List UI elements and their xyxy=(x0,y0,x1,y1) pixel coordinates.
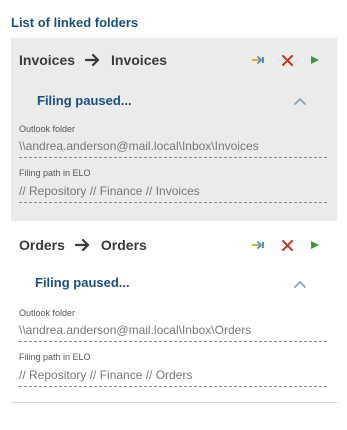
card-actions xyxy=(251,52,323,68)
outlook-folder-label: Outlook folder xyxy=(19,308,76,318)
remove-icon[interactable] xyxy=(279,52,295,68)
arrow-right-icon xyxy=(85,53,100,67)
link-icon[interactable] xyxy=(251,52,267,68)
linked-folder-card-invoices[interactable]: Invoices Invoices Filing paused... Outlo… xyxy=(11,38,337,221)
elo-path-label: Filing path in ELO xyxy=(19,168,91,178)
elo-path-field[interactable]: // Repository // Finance // Invoices xyxy=(19,184,327,203)
outlook-folder-field[interactable]: \\andrea.anderson@mail.local\Inbox\Invoi… xyxy=(19,139,327,158)
elo-path-label: Filing path in ELO xyxy=(19,352,91,362)
list-title: List of linked folders xyxy=(11,15,139,30)
target-folder-name: Invoices xyxy=(111,52,168,68)
outlook-folder-field[interactable]: \\andrea.anderson@mail.local\Inbox\Order… xyxy=(19,323,327,342)
folder-link-title: Orders Orders xyxy=(19,236,147,254)
chevron-up-icon[interactable] xyxy=(293,96,307,106)
card-actions xyxy=(251,237,323,253)
elo-path-field[interactable]: // Repository // Finance // Orders xyxy=(19,368,327,387)
linked-folder-card-orders[interactable]: Orders Orders Filing paused... Outlook f… xyxy=(11,223,337,403)
source-folder-name: Invoices xyxy=(19,52,76,68)
source-folder-name: Orders xyxy=(19,237,65,253)
chevron-up-icon[interactable] xyxy=(293,279,307,289)
folder-link-title: Invoices Invoices xyxy=(19,51,167,69)
filing-status: Filing paused... xyxy=(35,275,130,290)
outlook-folder-label: Outlook folder xyxy=(19,124,76,134)
target-folder-name: Orders xyxy=(100,237,147,253)
link-icon[interactable] xyxy=(251,237,267,253)
filing-status: Filing paused... xyxy=(37,93,132,108)
remove-icon[interactable] xyxy=(279,237,295,253)
play-icon[interactable] xyxy=(307,237,323,253)
arrow-right-icon xyxy=(74,238,90,252)
play-icon[interactable] xyxy=(307,52,323,68)
